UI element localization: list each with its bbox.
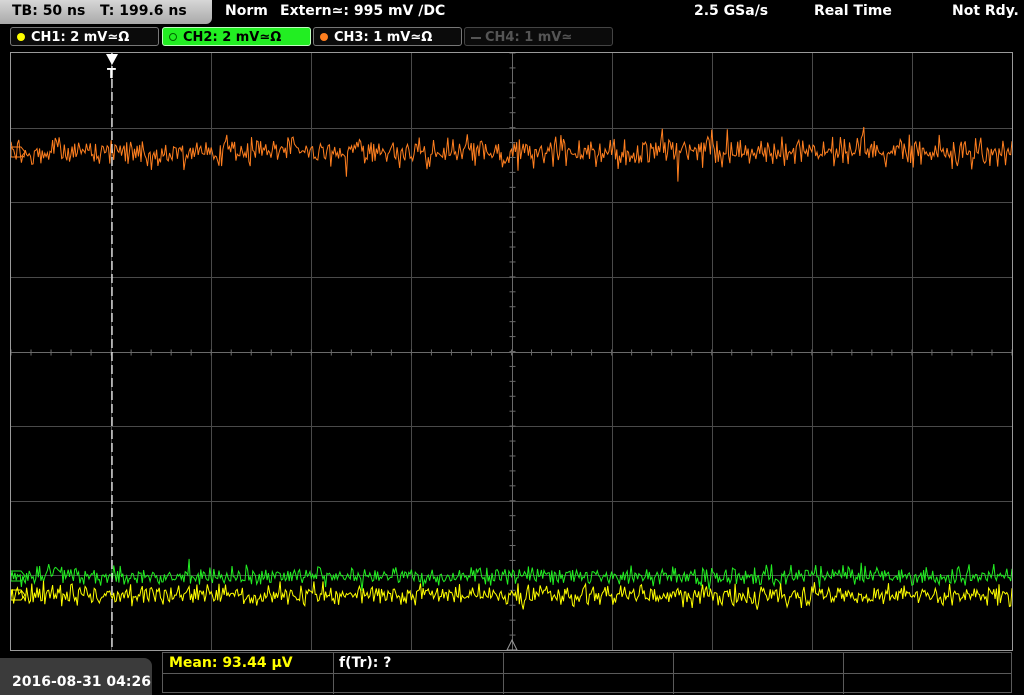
- sample-rate[interactable]: 2.5 GSa/s: [694, 3, 768, 19]
- divider: [503, 653, 504, 694]
- ch1-indicator-icon: [17, 33, 25, 41]
- ch4-indicator-icon: [471, 37, 481, 39]
- timebase-value: TB: 50 ns: [12, 3, 86, 19]
- divider: [843, 653, 844, 694]
- waveform-canvas: T: [11, 53, 1012, 650]
- bottom-bar: 2016-08-31 04:26 Mean: 93.44 µV f(Tr): ?: [0, 652, 1024, 695]
- ch3-offset-marker-icon: [11, 146, 26, 158]
- ch3-indicator-icon: [320, 33, 328, 41]
- divider: [163, 673, 1011, 674]
- ch3-trace: [11, 126, 1012, 182]
- channel-tab-ch3[interactable]: CH3: 1 mV≃Ω: [313, 27, 462, 46]
- waveform-display[interactable]: T: [10, 52, 1013, 651]
- divider: [333, 653, 334, 694]
- trigger-mode[interactable]: Norm: [225, 3, 268, 19]
- channel-tab-ch1[interactable]: CH1: 2 mV≃Ω: [10, 27, 159, 46]
- frequency-measurement[interactable]: f(Tr): ?: [339, 655, 391, 671]
- waveform-traces: [11, 126, 1012, 610]
- timebase-box[interactable]: TB: 50 ns T: 199.6 ns: [0, 0, 212, 24]
- trigger-time-value: T: 199.6 ns: [100, 3, 187, 19]
- channel-label: CH1: 2 mV≃Ω: [31, 30, 130, 45]
- channel-label: CH4: 1 mV≃: [485, 30, 573, 45]
- markers: T: [11, 53, 518, 650]
- channel-label: CH2: 2 mV≃Ω: [183, 30, 282, 45]
- trigger-marker-label: T: [107, 67, 116, 82]
- top-status-bar: TB: 50 ns T: 199.6 ns Norm Extern≃: 995 …: [0, 0, 1024, 24]
- graticule-grid: [11, 53, 1012, 650]
- trigger-position-arrow-icon: [106, 54, 118, 65]
- mean-measurement[interactable]: Mean: 93.44 µV: [169, 655, 293, 671]
- datetime-box: 2016-08-31 04:26: [0, 658, 152, 695]
- ch2-trace: [11, 558, 1012, 591]
- acquisition-mode[interactable]: Real Time: [814, 3, 892, 19]
- channel-tab-ch4[interactable]: CH4: 1 mV≃: [464, 27, 613, 46]
- ch2-indicator-icon: [169, 33, 177, 41]
- channel-bar: CH1: 2 mV≃Ω CH2: 2 mV≃Ω CH3: 1 mV≃Ω CH4:…: [0, 26, 1024, 48]
- datetime-label: 2016-08-31 04:26: [12, 674, 151, 690]
- channel-label: CH3: 1 mV≃Ω: [334, 30, 433, 45]
- trigger-source[interactable]: Extern≃: 995 mV ∕DC: [280, 3, 445, 19]
- channel-tab-ch2[interactable]: CH2: 2 mV≃Ω: [162, 27, 311, 46]
- divider: [673, 653, 674, 694]
- trigger-status: Not Rdy.: [952, 3, 1019, 19]
- measurement-panel[interactable]: Mean: 93.44 µV f(Tr): ?: [162, 652, 1012, 694]
